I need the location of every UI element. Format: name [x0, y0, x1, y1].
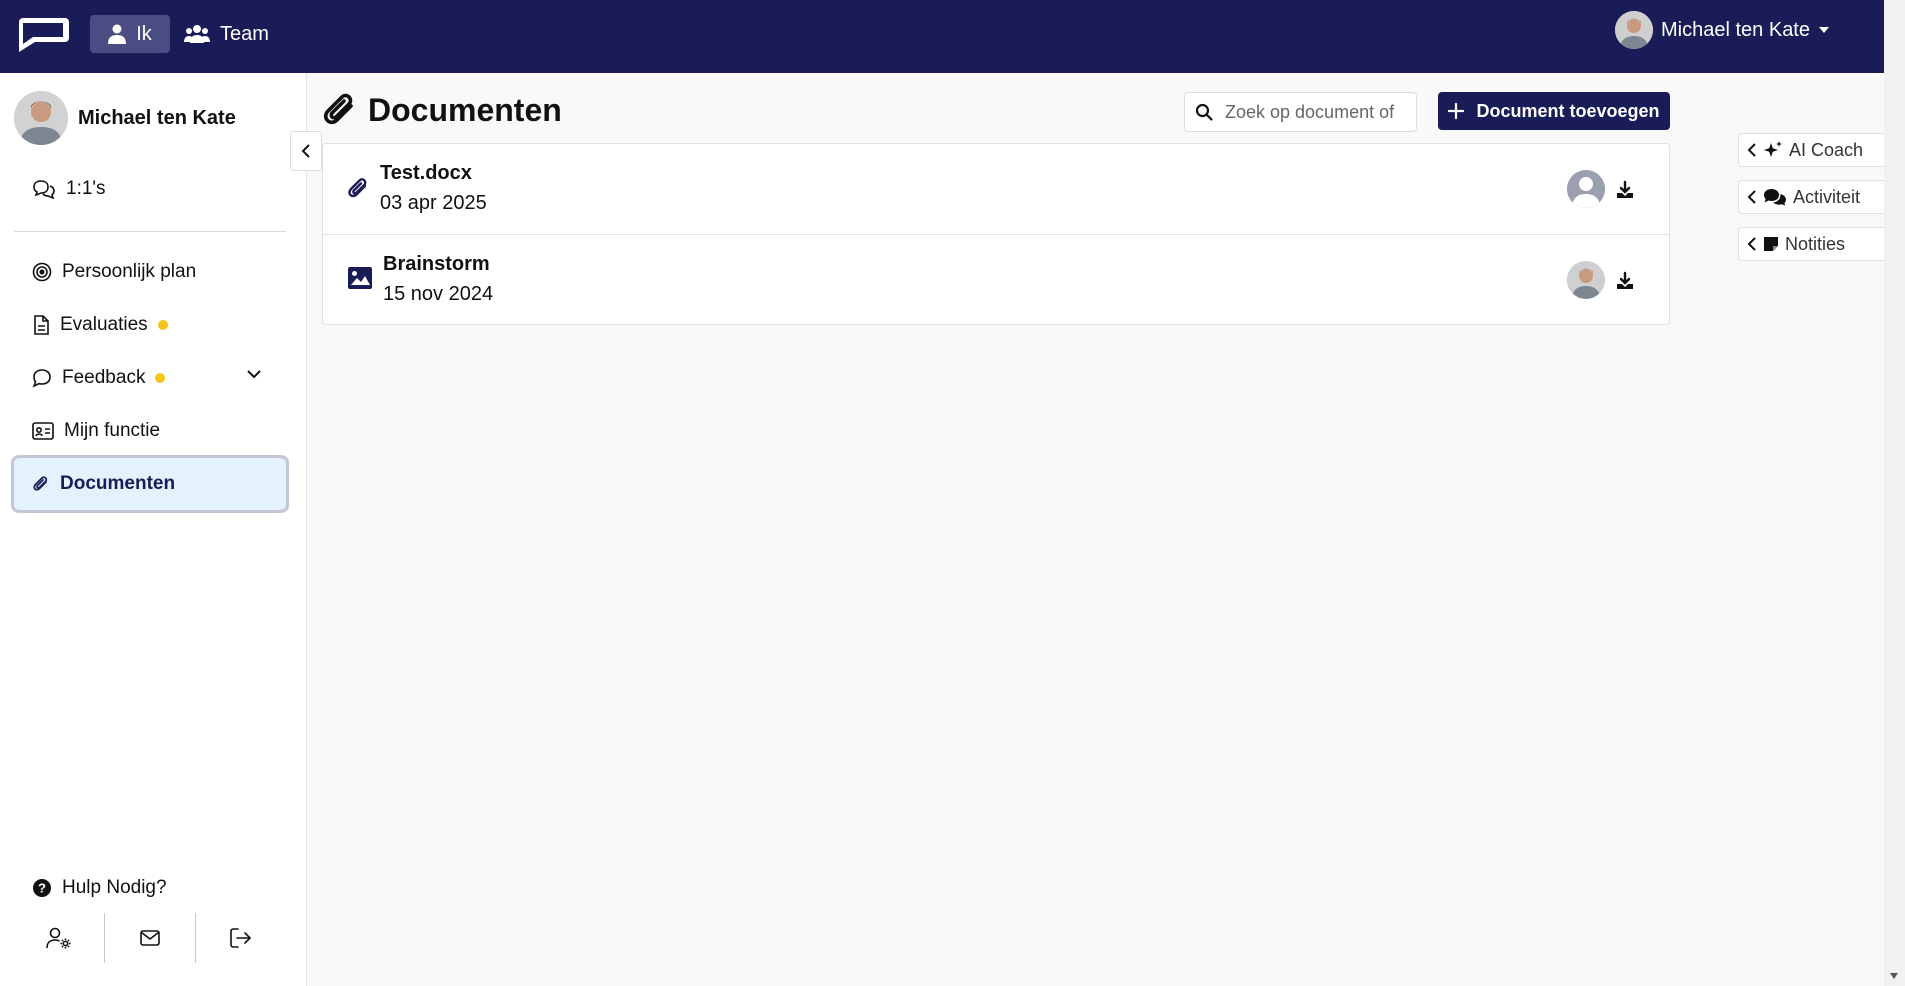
question-circle-icon: ?	[32, 878, 52, 898]
logout-button[interactable]	[195, 913, 286, 963]
envelope-icon	[140, 930, 160, 946]
sidebar-item-feedback[interactable]: Feedback	[14, 353, 286, 403]
tab-label: Notities	[1785, 233, 1846, 254]
sidebar-divider	[14, 231, 286, 232]
download-icon[interactable]	[1615, 271, 1635, 291]
chevron-left-icon	[1747, 236, 1757, 252]
tab-activiteit[interactable]: Activiteit	[1738, 180, 1884, 214]
sidebar-item-persoonlijk-plan[interactable]: Persoonlijk plan	[14, 247, 286, 297]
collapse-sidebar-button[interactable]	[290, 131, 322, 171]
document-date: 15 nov 2024	[383, 283, 494, 305]
nav-ik-button[interactable]: Ik	[90, 15, 170, 53]
nav-team-label: Team	[220, 22, 269, 45]
avatar	[14, 91, 68, 145]
chevron-left-icon	[1747, 189, 1757, 205]
mail-button[interactable]	[104, 913, 195, 963]
tab-ai-coach[interactable]: AI Coach	[1738, 133, 1884, 167]
comments-icon	[32, 179, 56, 199]
sidebar-item-documenten[interactable]: Documenten	[11, 455, 289, 513]
sidebar-item-label: Evaluaties	[60, 314, 148, 335]
comments-icon	[1763, 188, 1787, 206]
sidebar-user[interactable]: Michael ten Kate	[14, 91, 236, 145]
sidebar-item-label: Feedback	[62, 367, 146, 388]
user-settings-button[interactable]	[14, 913, 104, 963]
page-title: Documenten	[322, 91, 562, 129]
sign-out-icon	[230, 928, 252, 948]
nav-team-button[interactable]: Team	[184, 15, 269, 53]
users-icon	[184, 24, 210, 44]
sidebar-item-label: Mijn functie	[64, 420, 161, 441]
chevron-left-icon	[1747, 142, 1757, 158]
user-menu[interactable]: Michael ten Kate	[1615, 10, 1830, 50]
id-card-icon	[32, 422, 54, 440]
sidebar-item-evaluaties[interactable]: Evaluaties	[14, 300, 286, 350]
top-user-name: Michael ten Kate	[1661, 18, 1810, 41]
tab-label: Activiteit	[1793, 186, 1861, 207]
add-document-label: Document toevoegen	[1476, 100, 1660, 121]
notification-dot	[155, 373, 166, 383]
document-row[interactable]: Test.docx 03 apr 2025	[323, 144, 1669, 234]
document-date: 03 apr 2025	[380, 192, 487, 214]
svg-text:?: ?	[38, 881, 46, 896]
document-list: Test.docx 03 apr 2025 Brainstorm 15 nov …	[322, 143, 1670, 325]
help-label: Hulp Nodig?	[62, 877, 167, 898]
document-name[interactable]: Brainstorm	[383, 253, 490, 276]
document-name[interactable]: Test.docx	[380, 162, 472, 185]
sidebar-item-one-on-ones[interactable]: 1:1's	[14, 164, 286, 214]
sidebar: Michael ten Kate 1:1's Persoonlijk plan …	[0, 73, 307, 986]
sidebar-item-label: 1:1's	[66, 178, 106, 199]
user-icon	[108, 24, 127, 44]
top-bar: Ik Team Michael ten Kate	[0, 0, 1884, 73]
sidebar-item-label: Documenten	[60, 473, 176, 494]
nav-ik-label: Ik	[136, 22, 152, 45]
document-row[interactable]: Brainstorm 15 nov 2024	[323, 234, 1669, 325]
target-icon	[32, 262, 52, 282]
tab-label: AI Coach	[1789, 139, 1864, 160]
paperclip-icon	[322, 91, 358, 129]
sticky-note-icon	[1763, 236, 1779, 252]
uploader-avatar	[1567, 261, 1605, 299]
notification-dot	[157, 320, 168, 330]
paperclip-icon	[347, 176, 369, 202]
caret-down-icon	[1818, 26, 1830, 34]
sidebar-item-label: Persoonlijk plan	[62, 261, 197, 282]
page-title-text: Documenten	[368, 91, 562, 128]
download-icon[interactable]	[1615, 180, 1635, 200]
plus-icon	[1448, 103, 1465, 119]
scrollbar[interactable]	[1884, 0, 1905, 986]
tab-notities[interactable]: Notities	[1738, 227, 1884, 261]
scroll-down-arrow-icon[interactable]	[1889, 972, 1899, 980]
add-document-button[interactable]: Document toevoegen	[1438, 92, 1670, 130]
sidebar-bottom-actions	[14, 913, 286, 963]
app-logo-icon[interactable]	[13, 14, 71, 54]
search-input[interactable]	[1223, 100, 1417, 124]
comment-icon	[32, 368, 52, 388]
help-link[interactable]: ? Hulp Nodig?	[14, 863, 286, 913]
file-icon	[32, 315, 50, 335]
sidebar-item-mijn-functie[interactable]: Mijn functie	[14, 406, 286, 456]
search-icon	[1195, 103, 1213, 121]
uploader-avatar	[1567, 170, 1605, 208]
paperclip-icon	[32, 474, 50, 494]
chevron-left-icon	[301, 143, 311, 159]
avatar	[1615, 11, 1654, 49]
image-icon	[347, 266, 373, 290]
user-gear-icon	[46, 927, 72, 949]
sidebar-user-name: Michael ten Kate	[78, 106, 236, 129]
chevron-down-icon[interactable]	[246, 369, 262, 379]
document-search[interactable]	[1184, 92, 1417, 132]
sparkles-icon	[1763, 141, 1783, 159]
